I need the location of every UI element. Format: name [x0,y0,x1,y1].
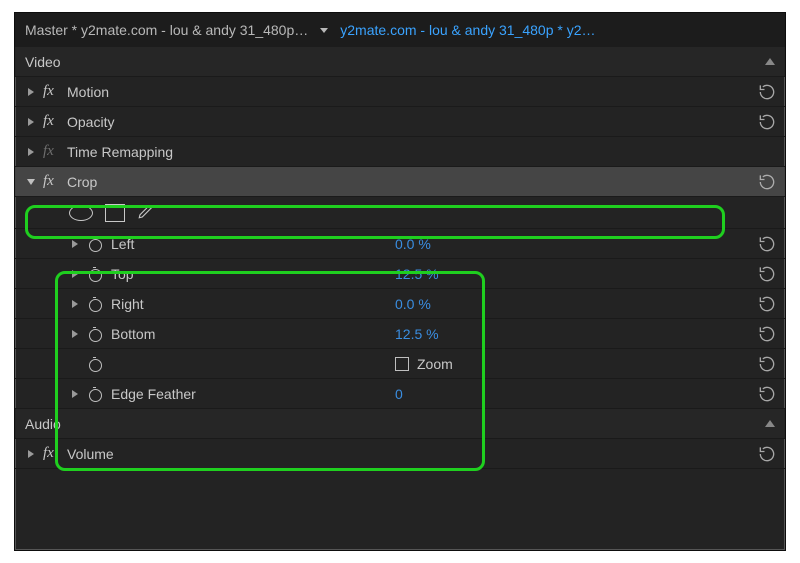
param-bottom[interactable]: Bottom 12.5 % [15,319,785,349]
param-right-label: Right [111,296,144,312]
effect-volume[interactable]: fx Volume [15,439,785,469]
reset-icon[interactable] [757,354,777,374]
reset-icon[interactable] [757,384,777,404]
twirl-icon[interactable] [69,298,81,310]
effect-crop-label: Crop [67,174,97,190]
section-audio[interactable]: Audio [15,409,785,439]
fx-badge-icon[interactable]: fx [43,83,67,100]
effect-crop[interactable]: fx Crop [15,167,785,197]
reset-icon[interactable] [757,112,777,132]
param-top-label: Top [111,266,134,282]
effect-motion-label: Motion [67,84,109,100]
reset-icon[interactable] [757,444,777,464]
twirl-icon[interactable] [25,146,37,158]
twirl-icon[interactable] [25,116,37,128]
reset-icon[interactable] [757,234,777,254]
param-left-value[interactable]: 0.0 % [395,236,431,252]
section-video[interactable]: Video [15,47,785,77]
param-edge-feather-value[interactable]: 0 [395,386,403,402]
twirl-icon[interactable] [25,448,37,460]
twirl-icon[interactable] [25,176,37,188]
param-top[interactable]: Top 12.5 % [15,259,785,289]
param-edge-feather-label: Edge Feather [111,386,196,402]
reset-icon[interactable] [757,324,777,344]
fx-badge-icon[interactable]: fx [43,173,67,190]
mask-shapes-row [15,197,785,229]
stopwatch-icon[interactable] [87,296,103,312]
reset-icon[interactable] [757,172,777,192]
stopwatch-icon[interactable] [87,266,103,282]
param-bottom-value[interactable]: 12.5 % [395,326,439,342]
stopwatch-icon[interactable] [87,386,103,402]
param-right[interactable]: Right 0.0 % [15,289,785,319]
master-sequence-label[interactable]: Master * y2mate.com - lou & andy 31_480p… [25,22,308,38]
stopwatch-icon[interactable] [87,356,103,372]
reset-icon[interactable] [757,82,777,102]
effects-list: Video fx Motion fx Opacity fx Time [15,47,785,550]
param-bottom-label: Bottom [111,326,155,342]
twirl-icon[interactable] [25,86,37,98]
stopwatch-icon[interactable] [87,236,103,252]
pen-mask-button[interactable] [137,202,155,223]
clip-tab-active[interactable]: y2mate.com - lou & andy 31_480p * y2… [340,22,595,38]
effect-opacity[interactable]: fx Opacity [15,107,785,137]
sequence-dropdown-icon[interactable] [320,28,328,33]
twirl-icon [69,358,81,370]
effect-time-remapping-label: Time Remapping [67,144,173,160]
param-top-value[interactable]: 12.5 % [395,266,439,282]
collapse-icon[interactable] [765,420,775,427]
zoom-checkbox[interactable] [395,357,409,371]
fx-badge-icon[interactable]: fx [43,143,67,160]
param-left[interactable]: Left 0.0 % [15,229,785,259]
fx-badge-icon[interactable]: fx [43,113,67,130]
ellipse-mask-button[interactable] [69,205,93,221]
breadcrumb: Master * y2mate.com - lou & andy 31_480p… [15,13,785,47]
rectangle-mask-button[interactable] [105,204,125,222]
param-edge-feather[interactable]: Edge Feather 0 [15,379,785,409]
section-video-label: Video [25,54,61,70]
twirl-icon[interactable] [69,268,81,280]
effect-opacity-label: Opacity [67,114,114,130]
param-left-label: Left [111,236,134,252]
reset-icon[interactable] [757,264,777,284]
effect-volume-label: Volume [67,446,114,462]
reset-icon[interactable] [757,294,777,314]
section-audio-label: Audio [25,416,61,432]
param-right-value[interactable]: 0.0 % [395,296,431,312]
collapse-icon[interactable] [765,58,775,65]
twirl-icon[interactable] [69,328,81,340]
effect-motion[interactable]: fx Motion [15,77,785,107]
fx-badge-icon[interactable]: fx [43,445,67,462]
twirl-icon[interactable] [69,238,81,250]
stopwatch-icon[interactable] [87,326,103,342]
param-zoom-label: Zoom [417,356,453,372]
twirl-icon[interactable] [69,388,81,400]
effect-controls-panel: Master * y2mate.com - lou & andy 31_480p… [14,12,786,551]
param-zoom[interactable]: Zoom [15,349,785,379]
effect-time-remapping[interactable]: fx Time Remapping [15,137,785,167]
